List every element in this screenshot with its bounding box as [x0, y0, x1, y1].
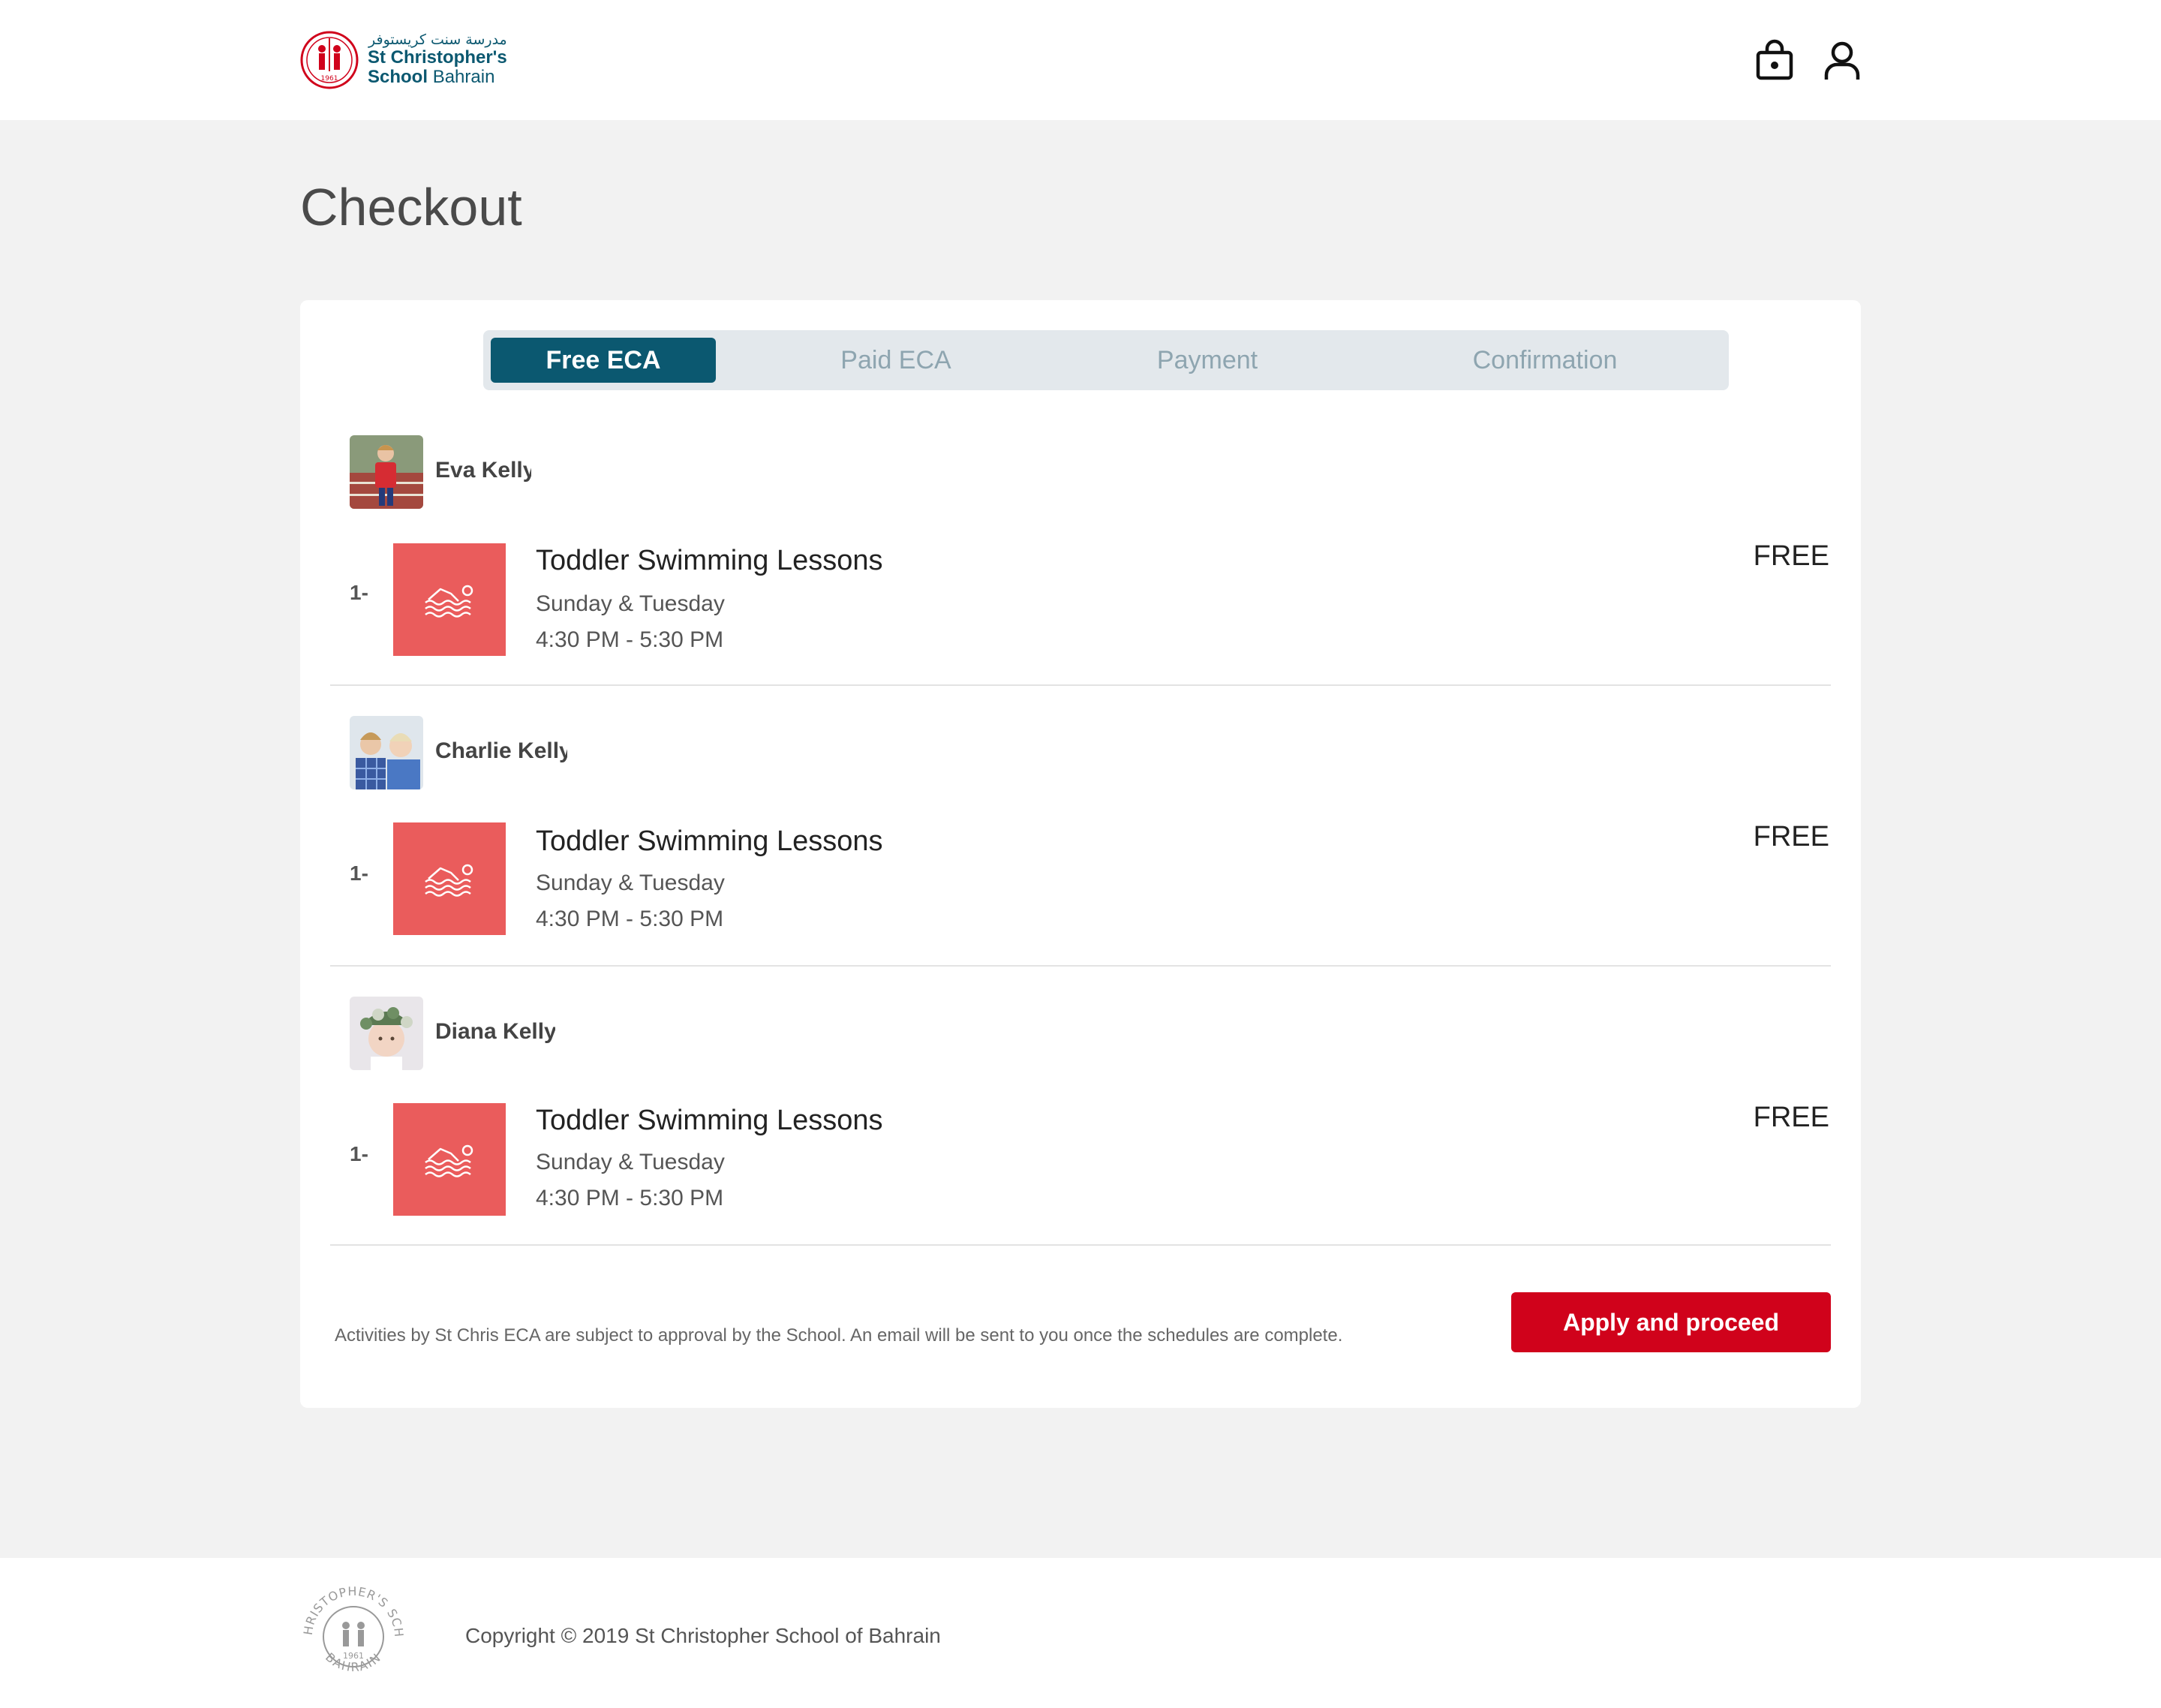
- swimmer-icon: [425, 1144, 473, 1177]
- activity-thumbnail: [393, 1103, 506, 1216]
- seal-year: 1961: [343, 1651, 364, 1661]
- activity-price: FREE: [1753, 540, 1829, 572]
- avatar: [350, 997, 423, 1070]
- avatar: [350, 716, 423, 789]
- section-divider: [330, 684, 1831, 686]
- activity-title: Toddler Swimming Lessons: [536, 1105, 883, 1136]
- logo-name-line2-bold: School: [368, 67, 428, 88]
- svg-text:ST CHRISTOPHER'S SCHOOL: ST CHRISTOPHER'S SCHOOL: [297, 1580, 406, 1638]
- child-name: Eva Kelly: [435, 458, 531, 483]
- activity-time: 4:30 PM - 5:30 PM: [536, 1186, 724, 1210]
- item-number: 1-: [350, 1142, 368, 1165]
- swimmer-icon: [425, 864, 473, 897]
- apply-and-proceed-button[interactable]: Apply and proceed: [1511, 1292, 1831, 1352]
- child-section-charlie: Charlie Kelly 1- Toddler Swimming Lesson…: [300, 714, 1861, 1000]
- activity-time: 4:30 PM - 5:30 PM: [536, 627, 724, 652]
- child-name: Charlie Kelly: [435, 738, 567, 763]
- section-divider: [330, 965, 1831, 967]
- activity-thumbnail: [393, 822, 506, 935]
- activity-title: Toddler Swimming Lessons: [536, 825, 883, 857]
- shopping-bag-icon[interactable]: [1754, 39, 1795, 81]
- emblem-year: 1961: [321, 75, 338, 83]
- child-name: Diana Kelly: [435, 1019, 555, 1044]
- item-number: 1-: [350, 862, 368, 885]
- section-divider: [330, 1244, 1831, 1246]
- child-section-diana: Diana Kelly 1- Toddler Swimming Lessons …: [300, 994, 1861, 1279]
- activity-price: FREE: [1753, 1102, 1829, 1133]
- logo-name-line1: St Christopher's: [368, 47, 507, 68]
- activity-days: Sunday & Tuesday: [536, 1150, 725, 1174]
- user-icon[interactable]: [1822, 39, 1862, 81]
- site-header: 1961 مدرسة سنت كريستوفر St Christopher's…: [0, 0, 2161, 120]
- swimmer-icon: [425, 585, 473, 618]
- checkout-steps: Free ECA Paid ECA Payment Confirmation: [483, 330, 1729, 390]
- activity-thumbnail: [393, 543, 506, 656]
- school-seal-icon: ST CHRISTOPHER'S SCHOOL BAHRAIN 1961: [297, 1580, 406, 1674]
- approval-disclaimer: Activities by St Chris ECA are subject t…: [335, 1325, 1343, 1346]
- activity-days: Sunday & Tuesday: [536, 591, 725, 616]
- step-confirmation[interactable]: Confirmation: [1432, 338, 1658, 383]
- logo-name-line2-light: Bahrain: [432, 67, 495, 88]
- activity-time: 4:30 PM - 5:30 PM: [536, 907, 724, 931]
- school-emblem-icon: 1961: [300, 31, 359, 89]
- page-title: Checkout: [300, 178, 522, 236]
- seal-top-text: ST CHRISTOPHER'S SCHOOL: [297, 1580, 405, 1638]
- activity-days: Sunday & Tuesday: [536, 871, 725, 895]
- item-number: 1-: [350, 581, 368, 604]
- step-payment[interactable]: Payment: [1095, 338, 1320, 383]
- avatar: [350, 435, 423, 509]
- step-free-eca[interactable]: Free ECA: [491, 338, 716, 383]
- site-footer: ST CHRISTOPHER'S SCHOOL BAHRAIN 1961 Cop…: [0, 1558, 2161, 1708]
- step-paid-eca[interactable]: Paid ECA: [783, 338, 1008, 383]
- activity-price: FREE: [1753, 821, 1829, 852]
- checkout-card: Free ECA Paid ECA Payment Confirmation E…: [300, 300, 1861, 1408]
- logo-arabic-text: مدرسة سنت كريستوفر: [368, 32, 507, 49]
- activity-title: Toddler Swimming Lessons: [536, 545, 883, 576]
- copyright-text: Copyright © 2019 St Christopher School o…: [465, 1624, 941, 1647]
- school-logo[interactable]: 1961 مدرسة سنت كريستوفر St Christopher's…: [299, 29, 524, 92]
